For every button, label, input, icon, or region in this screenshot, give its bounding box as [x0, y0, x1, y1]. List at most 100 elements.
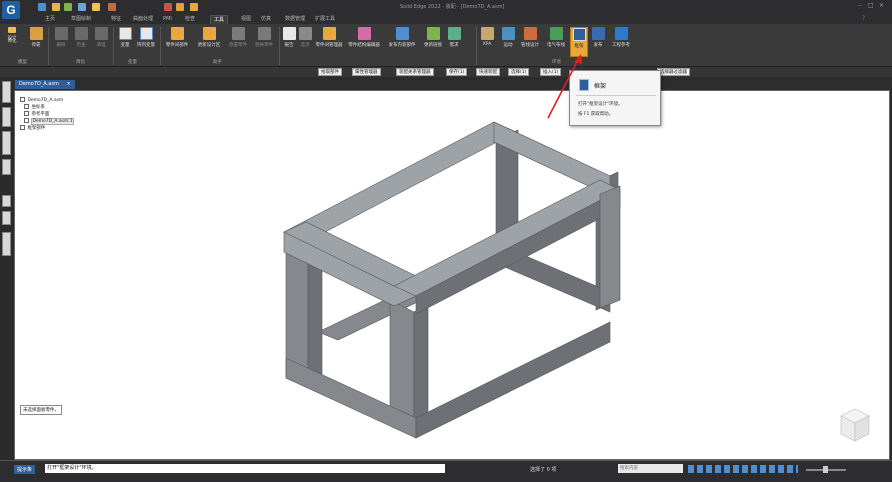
engineering-reference-icon [614, 27, 628, 40]
simplify-button[interactable]: 简化 [3, 38, 21, 44]
tab-view[interactable]: 视图 [238, 15, 254, 24]
update-links-button[interactable]: 更新链接 [422, 27, 444, 48]
tree-node-frame-part[interactable]: 框架部件 [20, 125, 45, 132]
inter-part-button[interactable]: 零件间部件 [163, 27, 191, 48]
undo-icon[interactable] [52, 3, 60, 11]
requirements-button[interactable]: 需求 [446, 27, 462, 48]
brush-icon[interactable] [176, 3, 184, 11]
save-button[interactable]: 保存(1) [446, 68, 468, 76]
pattern-variables-button[interactable]: 阵列变量 [135, 27, 157, 48]
publish-content-button[interactable]: 发布内容部件 [384, 27, 420, 48]
pipe-design-icon [523, 27, 537, 40]
open-icon[interactable] [92, 3, 100, 11]
tab-home[interactable]: 主页 [42, 15, 58, 24]
tree-node-subassembly[interactable]: Demo7D_A.asm:1 [24, 118, 74, 125]
insert-button[interactable]: 插入(1) [540, 68, 562, 76]
part-structure-editor-button[interactable]: 零件结构编辑器 [346, 27, 382, 48]
view-cube[interactable] [838, 407, 872, 445]
help-icon[interactable]: ? [862, 15, 865, 22]
separator [279, 27, 280, 65]
paint-icon[interactable] [164, 3, 172, 11]
document-tab[interactable]: Demo7D_A.asm × [15, 80, 75, 89]
frame-tooltip: 框架 打开"框架设计"环境。 按 F1 获取帮助。 [569, 70, 661, 126]
group-label-simplify: 简化 [76, 60, 85, 65]
tree-expand-icon[interactable] [24, 118, 29, 123]
command-search-input[interactable]: 搜索内容 [618, 464, 683, 473]
minimize-icon[interactable]: – [858, 2, 861, 9]
new-icon[interactable] [108, 3, 116, 11]
quick-access-dropdown-icon[interactable] [190, 3, 198, 11]
graphics-viewport[interactable] [14, 90, 890, 460]
tree-expand-icon[interactable] [20, 125, 25, 130]
delete-button[interactable]: 删除 [52, 27, 70, 48]
engineering-reference-button[interactable]: 工程参考 [608, 27, 634, 48]
tree-node-assembly[interactable]: Demo7D_A.asm [20, 97, 63, 104]
tab-inspect[interactable]: 检查 [182, 15, 198, 24]
tab-simulation[interactable]: 仿真 [258, 15, 274, 24]
rail-tab-pathfinder[interactable] [2, 81, 11, 103]
maximize-icon[interactable]: □ [868, 2, 874, 9]
variables-button[interactable]: 变量 [117, 27, 133, 48]
options-icon [298, 27, 312, 40]
motion-button[interactable]: 运动 [500, 27, 516, 48]
property-manager-button[interactable]: 属性管理器 [352, 68, 381, 76]
tab-data-management[interactable]: 数据管理 [282, 15, 308, 24]
print-icon[interactable] [78, 3, 86, 11]
tab-sketch[interactable]: 草图绘制 [68, 15, 94, 24]
rail-tab-feature-library[interactable] [2, 195, 11, 207]
tab-pmi[interactable]: PMI [160, 15, 175, 24]
part-structure-editor-icon [357, 27, 371, 40]
selection-count: 选择了 0 项 [530, 467, 557, 473]
frame-tooltip-help: 按 F1 获取帮助。 [578, 112, 614, 117]
redo-icon[interactable] [64, 3, 72, 11]
frame-button[interactable]: 框架 [570, 27, 588, 57]
tab-surfacing[interactable]: 曲面处理 [130, 15, 156, 24]
close-tab-icon[interactable]: × [66, 81, 70, 87]
design-icon [8, 27, 16, 33]
publish-content-icon [395, 27, 409, 40]
publish-icon [591, 27, 605, 40]
tree-node-reference-planes[interactable]: 参考平面 [24, 111, 49, 118]
tab-extensions[interactable]: 扩展工具 [312, 15, 338, 24]
cleanup-button[interactable]: 清理 [92, 27, 110, 48]
electrical-routing-button[interactable]: 电气布线 [544, 27, 568, 48]
inter-part-manager-button[interactable]: 零件间管理器 [314, 27, 344, 48]
report-button[interactable]: 报告 [282, 27, 296, 48]
requirements-icon [447, 27, 461, 40]
rail-tab-family[interactable] [2, 211, 11, 225]
tree-expand-icon[interactable] [24, 111, 29, 116]
select-button[interactable]: 选择(1) [508, 68, 530, 76]
quick-assembly-button[interactable]: 快速装配 [476, 68, 500, 76]
rail-tab-sensors[interactable] [2, 232, 11, 256]
pipe-design-button[interactable]: 管线设计 [518, 27, 542, 48]
inter-part-manager-icon [322, 27, 336, 40]
status-message: 打开"框架设计"环境。 [45, 464, 445, 473]
rail-tab-layers[interactable] [2, 131, 11, 155]
xpa-button[interactable]: XPA [480, 27, 494, 47]
tree-expand-icon[interactable] [20, 97, 25, 102]
tree-expand-icon[interactable] [24, 104, 29, 109]
tree-node-coordinate-systems[interactable]: 坐标系 [24, 104, 45, 111]
tab-features[interactable]: 特征 [108, 15, 124, 24]
prompt-bar-label: 提示条 [14, 465, 36, 474]
update-design-button[interactable]: 更新设计区 [194, 27, 224, 48]
relationship-manager-button[interactable]: 装配关系管理器 [396, 68, 434, 76]
group-label-variables: 变量 [128, 60, 137, 65]
app-logo-button[interactable]: G [2, 1, 20, 19]
replace-part-icon [257, 27, 271, 40]
rail-tab-properties[interactable] [2, 159, 11, 175]
place-part-button[interactable]: 放置零件 [226, 27, 250, 48]
options-button[interactable]: 选项 [298, 27, 312, 48]
view-tools-strip[interactable] [688, 465, 798, 473]
save-icon[interactable] [38, 3, 46, 11]
dock-button[interactable]: 停靠 [26, 27, 46, 48]
publish-button[interactable]: 发布 [590, 27, 606, 48]
check-button[interactable]: 检查 [72, 27, 90, 48]
tab-tools[interactable]: 工具 [210, 15, 229, 24]
rail-tab-library[interactable] [2, 107, 11, 127]
pick-part-button[interactable]: 拾取部件 [318, 68, 342, 76]
replace-part-button[interactable]: 替换零件 [252, 27, 276, 48]
zoom-slider-handle[interactable] [823, 466, 828, 473]
selection-filter-button[interactable]: 选择器过滤器 [657, 68, 690, 76]
close-icon[interactable]: × [879, 2, 884, 9]
